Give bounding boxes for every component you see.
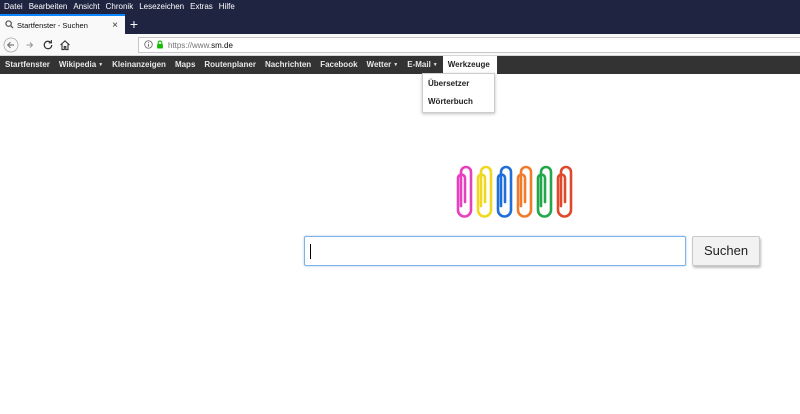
nav-wikipedia[interactable]: Wikipedia ▼ (59, 56, 107, 74)
nav-routenplaner[interactable]: Routenplaner (204, 56, 260, 74)
paperclips-logo (453, 158, 573, 227)
nav-nachrichten[interactable]: Nachrichten (265, 56, 315, 74)
nav-werkzeuge[interactable]: Werkzeuge (442, 56, 497, 74)
search-icon (5, 16, 14, 34)
nav-label: Kleinanzeigen (112, 60, 166, 69)
menu-ansicht[interactable]: Ansicht (73, 0, 99, 14)
lock-icon[interactable] (156, 36, 164, 54)
navigation-toolbar: https://www. sm.de (0, 34, 800, 56)
site-navigation: Startfenster Wikipedia ▼ Kleinanzeigen Ma… (0, 56, 800, 74)
search-input[interactable] (304, 236, 686, 266)
paperclip-2 (476, 165, 493, 218)
url-bar[interactable]: https://www. sm.de (138, 37, 800, 53)
nav-maps[interactable]: Maps (175, 56, 199, 74)
nav-label: Routenplaner (204, 60, 256, 69)
back-arrow-icon (3, 37, 19, 53)
dropdown-item-woerterbuch[interactable]: Wörterbuch (423, 93, 494, 110)
menu-bar: Datei Bearbeiten Ansicht Chronik Lesezei… (0, 0, 800, 14)
reload-icon (43, 40, 53, 50)
nav-startfenster[interactable]: Startfenster (5, 56, 54, 74)
tab-title: Startfenster - Suchen (17, 20, 88, 30)
text-cursor (310, 244, 311, 259)
home-icon (60, 40, 70, 51)
new-tab-button[interactable]: + (126, 14, 142, 34)
tab-startfenster[interactable]: Startfenster - Suchen × (0, 14, 125, 34)
back-button[interactable] (3, 37, 19, 53)
caret-down-icon: ▼ (393, 62, 399, 68)
menu-lesezeichen[interactable]: Lesezeichen (139, 0, 184, 14)
menu-chronik[interactable]: Chronik (106, 0, 134, 14)
nav-label: Werkzeuge (447, 60, 490, 69)
reload-button[interactable] (40, 37, 56, 53)
paperclip-5 (536, 165, 553, 218)
forward-arrow-icon (26, 42, 34, 48)
paperclip-1 (456, 165, 473, 218)
paperclip-3 (496, 165, 513, 218)
paperclip-4 (516, 165, 533, 218)
nav-label: Wikipedia (58, 60, 97, 70)
menu-hilfe[interactable]: Hilfe (219, 0, 235, 14)
url-domain: sm.de (211, 40, 233, 50)
nav-wetter[interactable]: Wetter ▼ (367, 56, 403, 74)
nav-email[interactable]: E-Mail ▼ (407, 56, 442, 74)
nav-label: Maps (174, 60, 196, 69)
menu-extras[interactable]: Extras (190, 0, 213, 14)
caret-down-icon: ▼ (432, 62, 438, 68)
menu-bearbeiten[interactable]: Bearbeiten (29, 0, 68, 14)
nav-label: E-Mail (407, 60, 431, 70)
search-button[interactable]: Suchen (692, 236, 760, 266)
home-button[interactable] (57, 37, 73, 53)
nav-facebook[interactable]: Facebook (320, 56, 361, 74)
werkzeuge-dropdown: Übersetzer Wörterbuch (422, 73, 495, 113)
caret-down-icon: ▼ (98, 62, 104, 68)
forward-button[interactable] (22, 37, 38, 53)
nav-label: Wetter (366, 60, 392, 70)
tab-strip: Startfenster - Suchen × + (0, 14, 800, 34)
close-icon[interactable]: × (108, 20, 122, 31)
nav-label: Startfenster (5, 60, 50, 69)
nav-label: Nachrichten (264, 60, 312, 69)
url-prefix: https://www. (168, 40, 212, 50)
info-icon[interactable] (144, 36, 153, 54)
nav-label: Facebook (320, 60, 358, 69)
nav-kleinanzeigen[interactable]: Kleinanzeigen (112, 56, 170, 74)
menu-datei[interactable]: Datei (4, 0, 23, 14)
dropdown-item-uebersetzer[interactable]: Übersetzer (423, 75, 494, 92)
paperclip-6 (556, 165, 573, 218)
